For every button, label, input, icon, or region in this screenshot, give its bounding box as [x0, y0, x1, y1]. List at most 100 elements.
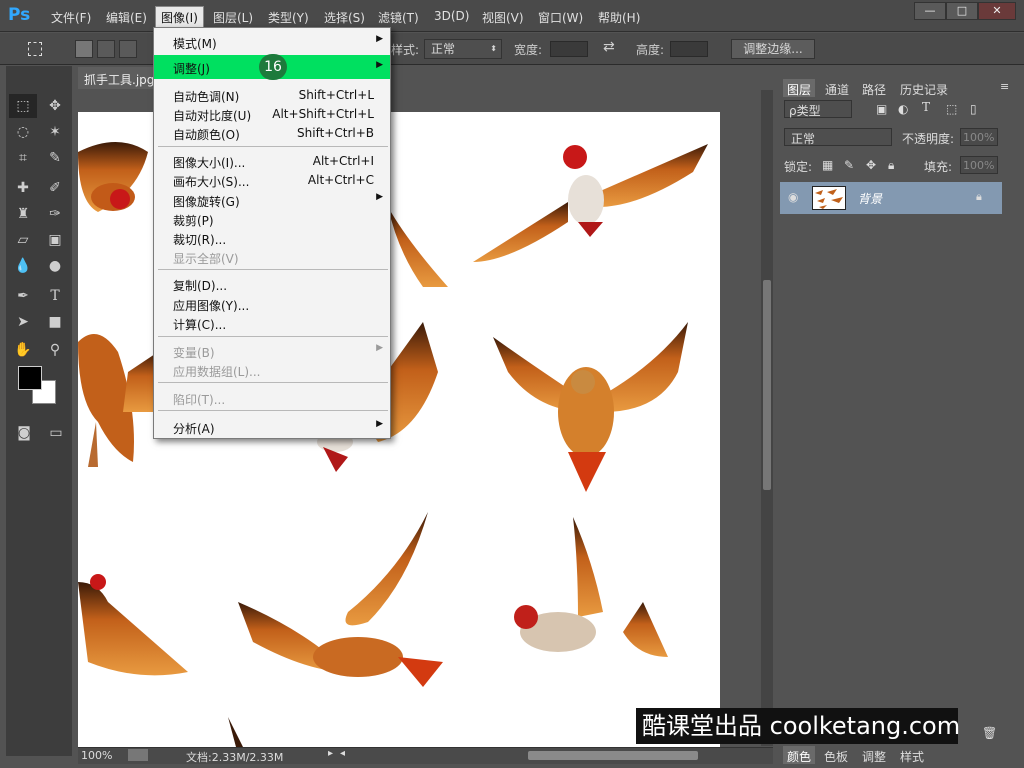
brush-icon[interactable]: ✐ [41, 176, 69, 200]
bird-9 [514, 517, 668, 657]
history-brush-icon[interactable]: ✑ [41, 202, 69, 226]
menu-view[interactable]: 视图(V) [482, 9, 524, 26]
menu-file[interactable]: 文件(F) [51, 9, 91, 26]
menu-type[interactable]: 类型(Y) [268, 9, 309, 26]
filter-smart-icon[interactable]: ▯ [970, 102, 977, 116]
tab-color[interactable]: 颜色 [783, 746, 816, 764]
style-select[interactable]: 正常 ⬍ [424, 39, 502, 59]
dodge-icon[interactable]: ● [41, 254, 69, 278]
menu-item-calculations[interactable]: 计算(C)... [154, 313, 390, 332]
lock-position-icon[interactable]: ✥ [866, 158, 876, 172]
menu-item-duplicate[interactable]: 复制(D)... [154, 274, 390, 293]
refine-edge-button[interactable]: 调整边缘... [731, 39, 815, 59]
lock-transparent-icon[interactable]: ▦ [822, 158, 833, 172]
menu-item-label: 自动对比度(U) [173, 109, 252, 123]
vertical-scrollbar[interactable] [761, 90, 773, 746]
photoshop-window: Ps 文件(F) 编辑(E) 图像(I) 图层(L) 类型(Y) 选择(S) 滤… [0, 0, 1024, 768]
menu-item-auto-contrast[interactable]: 自动对比度(U) Alt+Shift+Ctrl+L [154, 104, 390, 123]
eyedropper-icon[interactable]: ✎ [41, 146, 69, 170]
tab-swatches[interactable]: 色板 [820, 746, 852, 764]
hand-icon[interactable]: ✋ [9, 338, 37, 362]
crop-icon[interactable]: ⌗ [9, 146, 37, 170]
zoom-level[interactable]: 100% [81, 749, 112, 762]
lock-all-icon[interactable]: 🔒︎ [888, 158, 894, 173]
bird-7 [78, 574, 188, 676]
filter-type-icon[interactable]: T [922, 100, 930, 114]
bird-2 [473, 144, 708, 262]
menu-filter[interactable]: 滤镜(T) [378, 9, 419, 26]
pen-icon[interactable]: ✒ [9, 284, 37, 308]
lasso-icon[interactable]: ◌ [9, 120, 37, 144]
status-preview-icon[interactable] [128, 749, 148, 761]
lock-pixels-icon[interactable]: ✎ [844, 158, 854, 172]
maximize-button[interactable]: □ [946, 2, 978, 20]
menu-select[interactable]: 选择(S) [324, 9, 365, 26]
menu-item-apply-image[interactable]: 应用图像(Y)... [154, 294, 390, 313]
tab-layers[interactable]: 图层 [783, 79, 816, 97]
swap-icon[interactable]: ⇄ [603, 39, 615, 55]
delete-layer-icon[interactable]: 🗑 [982, 726, 997, 740]
screen-mode-icon[interactable]: ▭ [42, 421, 70, 445]
height-input[interactable] [670, 41, 708, 57]
new-selection-icon[interactable] [75, 40, 93, 58]
filter-adjust-icon[interactable]: ◐ [898, 102, 908, 116]
panel-menu-icon[interactable]: ≡ [1000, 80, 1009, 93]
zoom-icon[interactable]: ⚲ [41, 338, 69, 362]
tab-adjustments[interactable]: 调整 [858, 746, 890, 764]
rect-marquee-icon[interactable]: ⬚ [9, 94, 37, 118]
menu-item-trim[interactable]: 裁切(R)... [154, 228, 390, 247]
eye-icon[interactable]: ◉ [788, 190, 798, 204]
menu-window[interactable]: 窗口(W) [538, 9, 583, 26]
menu-3d[interactable]: 3D(D) [434, 9, 469, 23]
menu-help[interactable]: 帮助(H) [598, 9, 640, 26]
close-button[interactable]: ✕ [978, 2, 1016, 20]
menu-item-analysis[interactable]: 分析(A) ▶ [154, 417, 390, 436]
magic-wand-icon[interactable]: ✶ [41, 120, 69, 144]
filter-pixel-icon[interactable]: ▣ [876, 102, 887, 116]
menu-item-mode[interactable]: 模式(M) ▶ [154, 32, 390, 51]
tab-paths[interactable]: 路径 [858, 79, 890, 97]
width-input[interactable] [550, 41, 588, 57]
move-icon[interactable]: ✥ [41, 94, 69, 118]
menu-edit[interactable]: 编辑(E) [106, 9, 147, 26]
menu-item-image-rotation[interactable]: 图像旋转(G) ▶ [154, 190, 390, 209]
gradient-icon[interactable]: ▣ [41, 228, 69, 252]
filter-kind-select[interactable]: ρ类型 [784, 100, 852, 118]
eraser-icon[interactable]: ▱ [9, 228, 37, 252]
marquee-tool-preset-icon[interactable] [28, 42, 42, 56]
path-select-icon[interactable]: ➤ [9, 310, 37, 334]
document-tab[interactable]: 抓手工具.jpg [78, 67, 160, 89]
quick-mask-icon[interactable]: ◙ [10, 421, 38, 445]
subtract-selection-icon[interactable] [119, 40, 137, 58]
vertical-scroll-thumb[interactable] [763, 280, 771, 490]
add-selection-icon[interactable] [97, 40, 115, 58]
blur-icon[interactable]: 💧 [9, 254, 37, 278]
menu-item-adjustments[interactable]: 调整(J) 16 ▶ [154, 54, 390, 80]
menu-layer[interactable]: 图层(L) [213, 9, 253, 26]
fill-input[interactable]: 100% [960, 156, 998, 174]
foreground-color-swatch[interactable] [18, 366, 42, 390]
blend-mode-select[interactable]: 正常 [784, 128, 892, 146]
minimize-button[interactable]: — [914, 2, 946, 20]
filter-shape-icon[interactable]: ⬚ [946, 102, 957, 116]
menu-item-image-size[interactable]: 图像大小(I)... Alt+Ctrl+I [154, 151, 390, 170]
menu-item-auto-color[interactable]: 自动颜色(O) Shift+Ctrl+B [154, 123, 390, 142]
layer-row-background[interactable]: ◉ 背景 🔒︎ [780, 182, 1002, 214]
type-icon[interactable]: T [41, 284, 69, 308]
menu-image[interactable]: 图像(I) [155, 6, 204, 29]
tab-channels[interactable]: 通道 [821, 79, 853, 97]
menu-item-canvas-size[interactable]: 画布大小(S)... Alt+Ctrl+C [154, 170, 390, 189]
tab-history[interactable]: 历史记录 [896, 79, 952, 97]
clone-stamp-icon[interactable]: ♜ [9, 202, 37, 226]
scroll-left-icon[interactable]: ◂ [340, 748, 345, 759]
menu-item-crop[interactable]: 裁剪(P) [154, 209, 390, 228]
menu-item-label: 计算(C)... [173, 318, 227, 332]
tab-styles[interactable]: 样式 [896, 746, 928, 764]
horizontal-scroll-thumb[interactable] [528, 751, 698, 760]
healing-brush-icon[interactable]: ✚ [9, 176, 37, 200]
ps-logo: Ps [8, 5, 31, 25]
rectangle-shape-icon[interactable]: ■ [41, 310, 69, 334]
status-menu-arrow-icon[interactable]: ▸ [328, 748, 333, 759]
menu-item-auto-tone[interactable]: 自动色调(N) Shift+Ctrl+L [154, 85, 390, 104]
opacity-input[interactable]: 100% [960, 128, 998, 146]
